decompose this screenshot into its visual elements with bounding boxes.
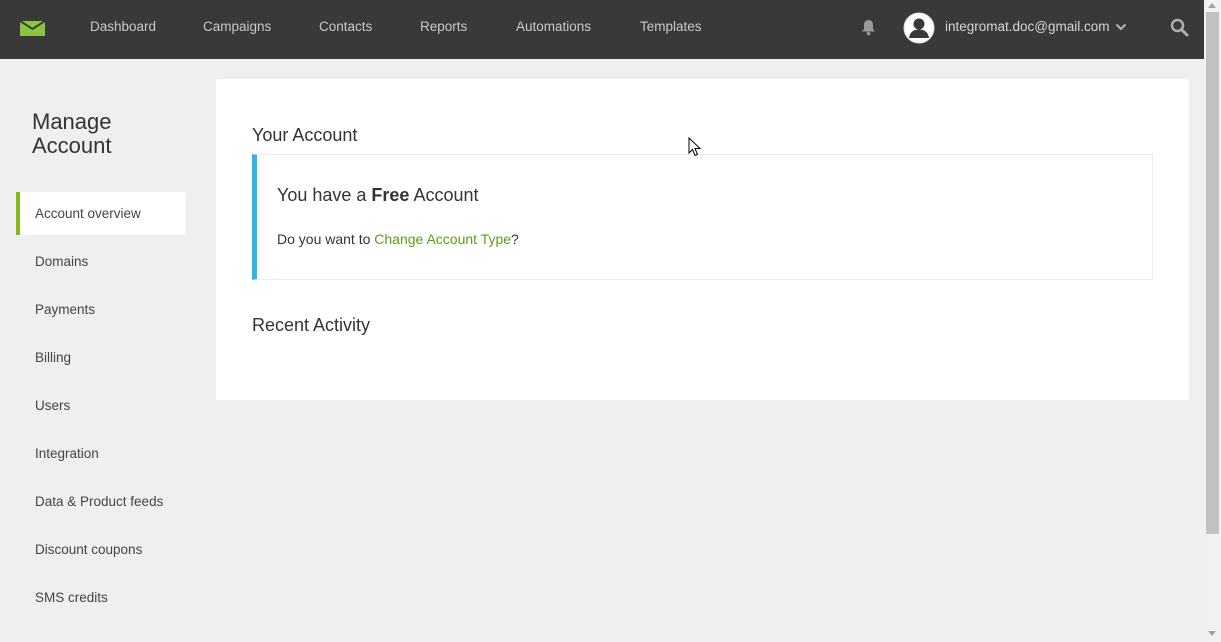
nav-reports[interactable]: Reports bbox=[420, 19, 467, 35]
sidebar-item-payments[interactable]: Payments bbox=[16, 288, 186, 331]
nav-dashboard[interactable]: Dashboard bbox=[90, 19, 156, 35]
sidebar-item-label: Account overview bbox=[35, 206, 141, 221]
sidebar-item-label: Data & Product feeds bbox=[35, 494, 164, 509]
sidebar-item-label: Users bbox=[35, 398, 71, 413]
page-title: Manage Account bbox=[32, 109, 112, 158]
sidebar-item-integration[interactable]: Integration bbox=[16, 432, 186, 475]
sidebar-item-billing[interactable]: Billing bbox=[16, 336, 186, 379]
change-account-prompt: Do you want to Change Account Type? bbox=[277, 231, 519, 247]
chevron-down-icon[interactable] bbox=[1115, 22, 1127, 32]
vertical-scrollbar[interactable] bbox=[1204, 0, 1221, 642]
sidebar-item-label: Discount coupons bbox=[35, 542, 143, 557]
logo-envelope-icon[interactable] bbox=[20, 21, 45, 36]
sidebar-item-domains[interactable]: Domains bbox=[16, 240, 186, 283]
scroll-down-arrow-icon[interactable] bbox=[1208, 631, 1216, 636]
nav-campaigns[interactable]: Campaigns bbox=[203, 19, 271, 35]
avatar[interactable] bbox=[903, 12, 935, 44]
account-type-callout: You have a Free Account Do you want to C… bbox=[252, 154, 1153, 280]
sidebar-item-data-product-feeds[interactable]: Data & Product feeds bbox=[16, 480, 186, 523]
search-icon[interactable] bbox=[1170, 18, 1189, 37]
nav-automations[interactable]: Automations bbox=[516, 19, 591, 35]
sidebar-item-label: Integration bbox=[35, 446, 99, 461]
nav-templates[interactable]: Templates bbox=[640, 19, 702, 35]
sidebar-item-label: Domains bbox=[35, 254, 89, 269]
sidebar-item-users[interactable]: Users bbox=[16, 384, 186, 427]
recent-activity-heading: Recent Activity bbox=[252, 315, 371, 335]
sidebar-item-label: Billing bbox=[35, 350, 72, 365]
nav-contacts[interactable]: Contacts bbox=[319, 19, 372, 35]
account-card: Your Account You have a Free Account Do … bbox=[216, 79, 1189, 400]
sidebar-item-label: SMS credits bbox=[35, 590, 108, 605]
bell-icon[interactable] bbox=[861, 19, 876, 36]
sidebar-item-sms-credits[interactable]: SMS credits bbox=[16, 576, 186, 619]
account-plan-text: You have a Free Account bbox=[277, 185, 479, 205]
sidebar-item-account-overview[interactable]: Account overview bbox=[16, 192, 186, 235]
mouse-cursor-icon bbox=[688, 137, 701, 157]
your-account-heading: Your Account bbox=[252, 125, 358, 145]
sidebar-item-discount-coupons[interactable]: Discount coupons bbox=[16, 528, 186, 571]
top-navigation-bar: Dashboard Campaigns Contacts Reports Aut… bbox=[0, 0, 1204, 59]
user-email[interactable]: integromat.doc@gmail.com bbox=[945, 19, 1110, 35]
sidebar-item-label: Payments bbox=[35, 302, 96, 317]
account-plan-name: Free bbox=[371, 185, 410, 205]
change-account-type-link[interactable]: Change Account Type bbox=[374, 231, 511, 247]
scroll-up-arrow-icon[interactable] bbox=[1208, 3, 1216, 8]
scroll-thumb[interactable] bbox=[1206, 12, 1219, 534]
